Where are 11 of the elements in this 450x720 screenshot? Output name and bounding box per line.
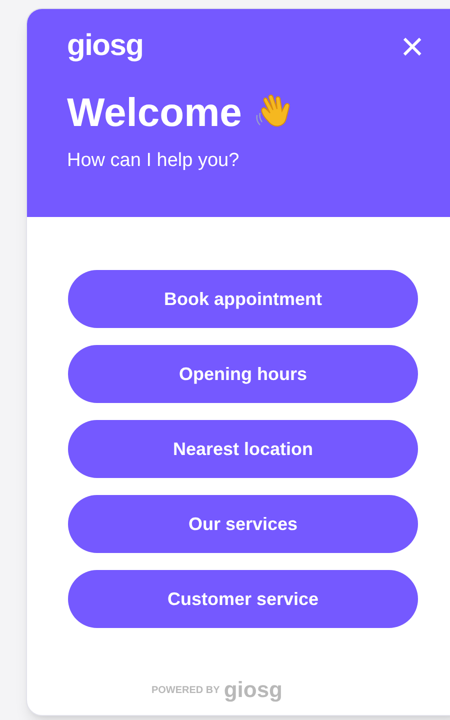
option-button[interactable]: Book appointment	[68, 270, 418, 328]
footer-logo: giosg	[224, 679, 282, 701]
welcome-title: Welcome	[67, 93, 242, 133]
option-button[interactable]: Customer service	[68, 570, 418, 628]
subtitle: How can I help you?	[67, 149, 240, 173]
option-button[interactable]: Opening hours	[68, 345, 418, 403]
option-button[interactable]: Our services	[68, 495, 418, 553]
option-button[interactable]: Nearest location	[68, 420, 418, 478]
logo: giosg	[67, 31, 144, 61]
close-button[interactable]: ×	[400, 27, 424, 67]
powered-by-label: POWERED BY	[151, 684, 220, 698]
